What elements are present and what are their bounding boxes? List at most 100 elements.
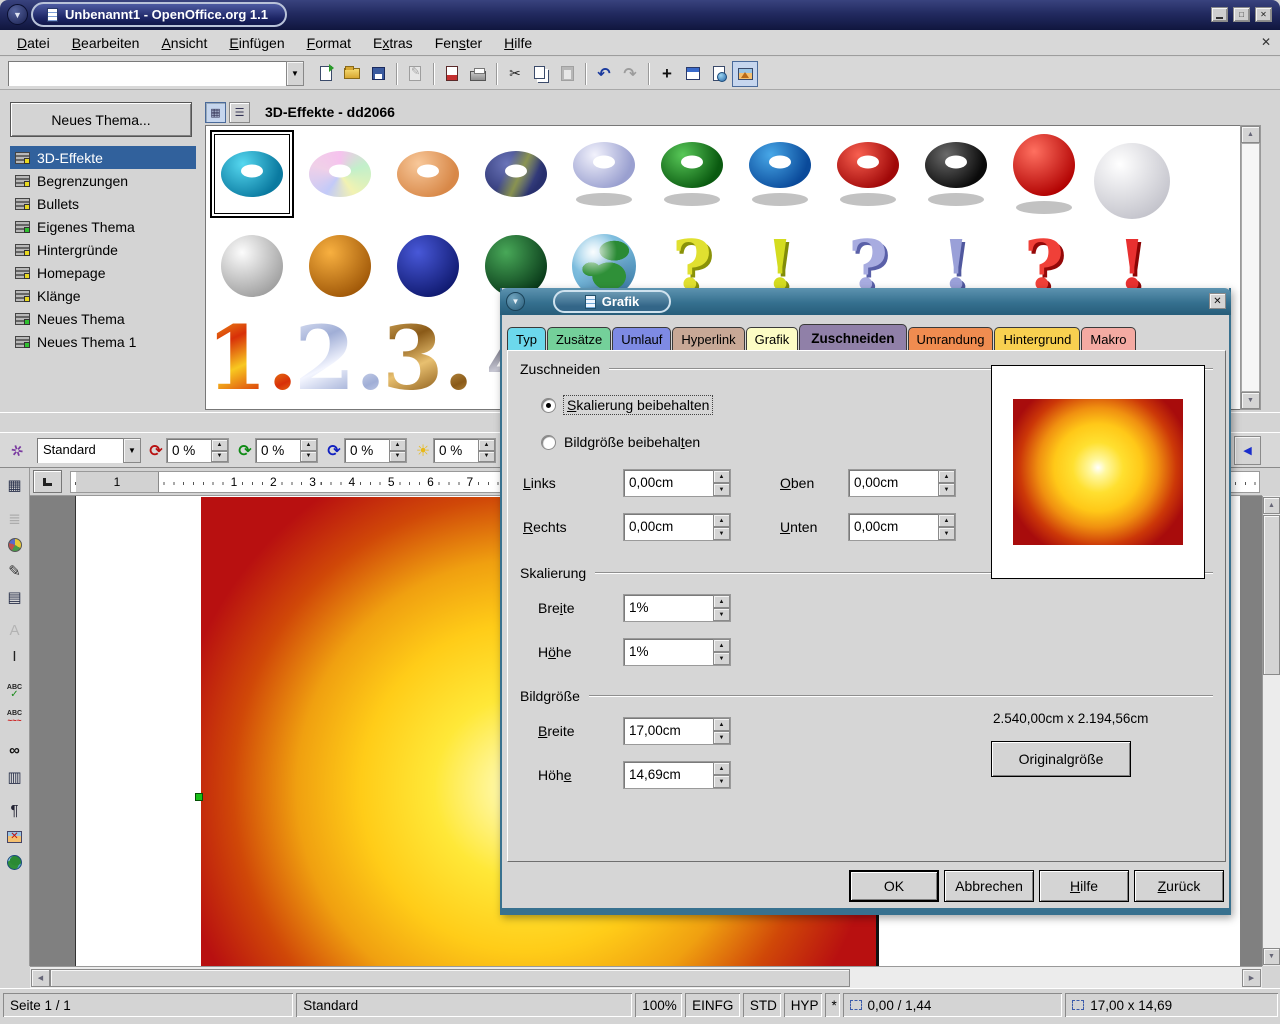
scroll-thumb[interactable] bbox=[1263, 515, 1280, 675]
menu-format[interactable]: Format bbox=[296, 32, 362, 54]
gallery-item-torus-green[interactable] bbox=[648, 128, 736, 220]
spin-up-icon[interactable]: ▲ bbox=[300, 439, 317, 451]
radio-circle[interactable] bbox=[542, 435, 555, 449]
gallery-item-torus-blue[interactable] bbox=[736, 128, 824, 220]
spin-down-icon[interactable]: ▼ bbox=[713, 608, 730, 621]
gallery-item-number-2-ice[interactable]: 2. bbox=[294, 306, 386, 409]
spin-down-icon[interactable]: ▼ bbox=[300, 450, 317, 462]
toolbar-collapse-button[interactable]: ◀ bbox=[1234, 436, 1261, 465]
navigator-button[interactable] bbox=[654, 61, 680, 87]
insert-section-button[interactable]: ≣ bbox=[2, 506, 28, 531]
gallery-item-number-3-straw[interactable]: 3. bbox=[382, 306, 474, 409]
spin-up-icon[interactable]: ▲ bbox=[938, 514, 955, 527]
theme-item[interactable]: Bullets bbox=[10, 192, 196, 215]
form-functions-button[interactable]: ▤ bbox=[2, 584, 28, 609]
scroll-down-icon[interactable]: ▼ bbox=[1263, 948, 1280, 965]
scroll-up-icon[interactable]: ▲ bbox=[1241, 126, 1260, 143]
spin-up-icon[interactable]: ▲ bbox=[713, 639, 730, 652]
dialog-close-icon[interactable]: ✕ bbox=[1209, 293, 1226, 309]
spin-up-icon[interactable]: ▲ bbox=[713, 470, 730, 483]
cut-button[interactable] bbox=[502, 61, 528, 87]
tab-hintergrund[interactable]: Hintergrund bbox=[994, 327, 1081, 350]
theme-item[interactable]: Homepage bbox=[10, 261, 196, 284]
status-position[interactable]: 0,00 / 1,44 bbox=[843, 993, 1063, 1017]
oben-spinner[interactable]: 0,00cm ▲ ▼ bbox=[848, 469, 956, 497]
tab-typ[interactable]: Typ bbox=[507, 327, 546, 350]
theme-item[interactable]: Begrenzungen bbox=[10, 169, 196, 192]
ok-button[interactable]: OK bbox=[849, 870, 939, 902]
size-höhe-spinner[interactable]: 14,69cm ▲ ▼ bbox=[623, 761, 731, 789]
new-document-button[interactable] bbox=[313, 61, 339, 87]
gallery-item-sphere-blue[interactable] bbox=[384, 220, 472, 312]
spin-down-icon[interactable]: ▼ bbox=[938, 483, 955, 496]
gallery-item-sphere-marble[interactable] bbox=[208, 220, 296, 312]
save-button[interactable] bbox=[365, 61, 391, 87]
gallery-item-torus-peach[interactable] bbox=[384, 128, 472, 220]
spellcheck-button[interactable]: ABC ✓ bbox=[2, 678, 28, 703]
status-page-style[interactable]: Standard bbox=[296, 993, 632, 1017]
original-size-button[interactable]: Originalgröße bbox=[991, 741, 1131, 777]
tab-umlauf[interactable]: Umlauf bbox=[612, 327, 672, 350]
data-sources-button[interactable]: ▥ bbox=[2, 764, 28, 789]
scroll-down-icon[interactable]: ▼ bbox=[1241, 392, 1260, 409]
gallery-item-sphere-orange[interactable] bbox=[296, 220, 384, 312]
menu-datei[interactable]: Datei bbox=[6, 32, 61, 54]
scroll-thumb[interactable] bbox=[1241, 143, 1260, 392]
zurück-button[interactable]: Zurück bbox=[1134, 870, 1224, 902]
spin-down-icon[interactable]: ▼ bbox=[938, 527, 955, 540]
gallery-item-torus-red[interactable] bbox=[824, 128, 912, 220]
open-button[interactable] bbox=[339, 61, 365, 87]
gallery-item-sphere-red[interactable] bbox=[1000, 128, 1088, 220]
graphics-toggle-button[interactable]: ✕ bbox=[2, 824, 28, 849]
url-combobox[interactable]: ▼ bbox=[8, 61, 304, 86]
gallery-button[interactable] bbox=[732, 60, 758, 87]
nonprinting-characters-button[interactable]: ¶ bbox=[2, 798, 28, 823]
tab-makro[interactable]: Makro bbox=[1081, 327, 1136, 350]
grid-view-button[interactable]: ▦ bbox=[205, 101, 226, 123]
print-button[interactable] bbox=[465, 61, 491, 87]
scroll-right-icon[interactable]: ▶ bbox=[1242, 969, 1261, 987]
status-insert-mode[interactable]: EINFG bbox=[685, 993, 740, 1017]
theme-item[interactable]: Klänge bbox=[10, 284, 196, 307]
new-theme-button[interactable]: Neues Thema... bbox=[10, 102, 192, 137]
paste-button[interactable] bbox=[554, 61, 580, 87]
gallery-item-torus-navy-olive[interactable] bbox=[472, 128, 560, 220]
graphics-mode-select[interactable]: Standard ▼ bbox=[37, 438, 141, 463]
status-zoom[interactable]: 100% bbox=[635, 993, 682, 1017]
spin-up-icon[interactable]: ▲ bbox=[713, 762, 730, 775]
stylist-button[interactable] bbox=[680, 61, 706, 87]
size-breite-spinner[interactable]: 17,00cm ▲ ▼ bbox=[623, 717, 731, 745]
selection-handle[interactable] bbox=[195, 793, 203, 801]
close-document-icon[interactable]: ✕ bbox=[1261, 35, 1271, 49]
minimize-button[interactable] bbox=[1211, 7, 1228, 22]
spin-down-icon[interactable]: ▼ bbox=[713, 775, 730, 788]
brightness-spinner[interactable]: 0 % ▲ ▼ bbox=[433, 438, 496, 463]
gallery-item-torus-rainbow[interactable] bbox=[296, 128, 384, 220]
scroll-left-icon[interactable]: ◀ bbox=[31, 969, 50, 987]
dialog-titlebar[interactable]: ▼ Grafik ✕ bbox=[500, 288, 1231, 315]
theme-item[interactable]: Neues Thema 1 bbox=[10, 330, 196, 353]
find-replace-button[interactable]: ∞ bbox=[2, 738, 28, 763]
spin-down-icon[interactable]: ▼ bbox=[713, 731, 730, 744]
spin-down-icon[interactable]: ▼ bbox=[713, 527, 730, 540]
theme-item[interactable]: Eigenes Thema bbox=[10, 215, 196, 238]
spin-up-icon[interactable]: ▲ bbox=[211, 439, 228, 451]
copy-button[interactable] bbox=[528, 61, 554, 87]
export-pdf-button[interactable] bbox=[439, 61, 465, 87]
url-input[interactable] bbox=[8, 61, 286, 86]
red-adjust-spinner[interactable]: 0 % ▲ ▼ bbox=[166, 438, 229, 463]
menu-einfügen[interactable]: Einfügen bbox=[218, 32, 295, 54]
rechts-spinner[interactable]: 0,00cm ▲ ▼ bbox=[623, 513, 731, 541]
status-object-size[interactable]: 17,00 x 14,69 bbox=[1065, 993, 1278, 1017]
spin-up-icon[interactable]: ▲ bbox=[389, 439, 406, 451]
spin-down-icon[interactable]: ▼ bbox=[713, 652, 730, 665]
scroll-up-icon[interactable]: ▲ bbox=[1263, 497, 1280, 514]
window-menu-button[interactable]: ▼ bbox=[7, 4, 28, 25]
menu-ansicht[interactable]: Ansicht bbox=[150, 32, 218, 54]
vertical-scrollbar[interactable]: ▲ ▼ bbox=[1262, 496, 1280, 966]
status-modified[interactable]: * bbox=[825, 993, 840, 1017]
green-adjust-spinner[interactable]: 0 % ▲ ▼ bbox=[255, 438, 318, 463]
spin-up-icon[interactable]: ▲ bbox=[713, 595, 730, 608]
tab-zusätze[interactable]: Zusätze bbox=[546, 327, 612, 350]
edit-file-button[interactable] bbox=[402, 61, 428, 87]
